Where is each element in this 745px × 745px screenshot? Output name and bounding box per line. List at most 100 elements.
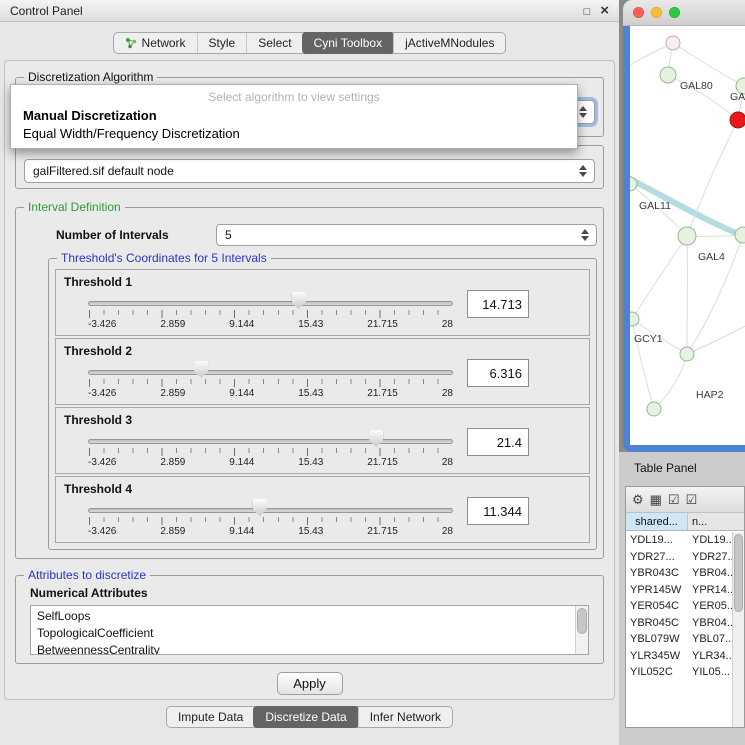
select-visible-columns-icon[interactable]: ☑	[686, 493, 698, 506]
cell-shared-name: YDR27...	[626, 551, 688, 563]
table-row[interactable]: YDR27...YDR27...	[626, 549, 732, 566]
attribute-item-selfloops[interactable]: SelfLoops	[37, 608, 572, 625]
attribute-item-betweennesscentrality[interactable]: BetweennessCentrality	[37, 642, 572, 655]
node-label: GAL4	[698, 251, 725, 263]
tab-label: Cyni Toolbox	[314, 36, 382, 50]
scale-label: 15.43	[298, 388, 323, 399]
table-panel-title: Table Panel	[634, 461, 697, 475]
threshold-slider[interactable]: -3.4262.8599.14415.4321.71528	[88, 428, 453, 470]
number-of-intervals-select[interactable]: 5	[216, 224, 597, 246]
table-row[interactable]: YPR145WYPR14...	[626, 582, 732, 599]
select-all-columns-icon[interactable]: ☑	[668, 493, 680, 506]
cell-shared-name: YDL19...	[626, 534, 688, 546]
tab-jactivemnodules[interactable]: jActiveMNodules	[393, 33, 505, 53]
slider-track[interactable]	[88, 301, 453, 306]
attribute-item-topologicalcoefficient[interactable]: TopologicalCoefficient	[37, 625, 572, 642]
zoom-window-icon[interactable]	[669, 7, 680, 18]
slider-thumb[interactable]	[194, 361, 208, 378]
tab-style[interactable]: Style	[197, 33, 247, 53]
list-scrollbar-thumb[interactable]	[577, 608, 587, 634]
table-data-select[interactable]: galFiltered.sif default node	[24, 159, 595, 183]
network-node-gal80[interactable]	[660, 67, 676, 83]
list-scrollbar[interactable]	[575, 606, 588, 654]
discretization-algorithm-group-title: Discretization Algorithm	[24, 70, 157, 84]
slider-track[interactable]	[88, 370, 453, 375]
stepper-arrows-icon	[576, 106, 590, 118]
network-edge[interactable]	[654, 354, 687, 409]
table-row[interactable]: YBR045CYBR04...	[626, 615, 732, 632]
network-node[interactable]	[730, 112, 745, 128]
tab-impute-data[interactable]: Impute Data	[167, 707, 254, 727]
threshold-row: -3.4262.8599.14415.4321.71528 11.344	[64, 497, 581, 539]
slider-scale: -3.4262.8599.14415.4321.71528	[88, 457, 453, 468]
threshold-value-box[interactable]: 11.344	[467, 497, 529, 525]
table-scrollbar[interactable]	[732, 532, 744, 727]
network-node-gal4[interactable]	[678, 227, 696, 245]
threshold-panel: Threshold 2 -3.4262.8599.14415.4321.7152…	[55, 338, 590, 405]
slider-thumb[interactable]	[292, 292, 306, 309]
close-window-icon[interactable]	[633, 7, 644, 18]
table-row[interactable]: YBL079WYBL07...	[626, 631, 732, 648]
slider-track[interactable]	[88, 508, 453, 513]
threshold-label: Threshold 2	[64, 344, 581, 358]
table-row[interactable]: YER054CYER05...	[626, 598, 732, 615]
threshold-panel: Threshold 3 -3.4262.8599.14415.4321.7152…	[55, 407, 590, 474]
scale-label: -3.426	[88, 526, 116, 537]
cell-name: YBR04...	[688, 567, 732, 579]
network-node[interactable]	[735, 227, 745, 243]
number-of-intervals-row: Number of Intervals 5	[48, 224, 597, 246]
threshold-list: Threshold 1 -3.4262.8599.14415.4321.7152…	[55, 269, 590, 543]
tab-infer-network[interactable]: Infer Network	[358, 707, 452, 727]
network-edge[interactable]	[687, 120, 738, 236]
slider-thumb[interactable]	[369, 430, 383, 447]
slider-major-ticks	[89, 379, 452, 387]
threshold-slider[interactable]: -3.4262.8599.14415.4321.71528	[88, 497, 453, 539]
settings-gear-icon[interactable]: ⚙	[632, 493, 644, 506]
scale-label: 9.144	[229, 457, 254, 468]
table-row[interactable]: YIL052CYIL05...	[626, 664, 732, 681]
slider-track[interactable]	[88, 439, 453, 444]
float-panel-icon[interactable]: □	[584, 6, 591, 18]
threshold-row: -3.4262.8599.14415.4321.71528 21.4	[64, 428, 581, 470]
cell-shared-name: YBR045C	[626, 617, 688, 629]
network-canvas[interactable]: GAL80GAGAL11GAL4GCY1HAP2	[630, 26, 745, 445]
tab-discretize-data[interactable]: Discretize Data	[253, 706, 358, 728]
network-icon	[125, 37, 137, 49]
tab-network[interactable]: Network	[114, 33, 197, 53]
network-window-titlebar[interactable]	[623, 0, 745, 26]
column-header-shared[interactable]: shared...	[626, 513, 688, 530]
slider-major-ticks	[89, 310, 452, 318]
threshold-value-box[interactable]: 14.713	[467, 290, 529, 318]
algorithm-option-equal-width-frequency-discretization[interactable]: Equal Width/Frequency Discretization	[11, 125, 577, 143]
table-row[interactable]: YBR043CYBR04...	[626, 565, 732, 582]
network-node[interactable]	[666, 36, 680, 50]
node-label: HAP2	[696, 389, 724, 401]
cell-shared-name: YIL052C	[626, 666, 688, 678]
table-row[interactable]: YDL19...YDL19...	[626, 532, 732, 549]
threshold-value-box[interactable]: 21.4	[467, 428, 529, 456]
threshold-slider[interactable]: -3.4262.8599.14415.4321.71528	[88, 359, 453, 401]
numerical-attributes-list[interactable]: SelfLoopsTopologicalCoefficientBetweenne…	[30, 605, 589, 655]
close-panel-icon[interactable]: ×	[600, 2, 609, 19]
control-panel-titlebar[interactable]: Control Panel □×	[0, 0, 619, 22]
tab-cyni-toolbox[interactable]: Cyni Toolbox	[302, 32, 394, 54]
threshold-value-box[interactable]: 6.316	[467, 359, 529, 387]
tab-select[interactable]: Select	[246, 33, 302, 53]
network-node-gcy1[interactable]	[630, 312, 639, 326]
threshold-slider[interactable]: -3.4262.8599.14415.4321.71528	[88, 290, 453, 332]
algorithm-option-manual-discretization[interactable]: Manual Discretization	[11, 107, 577, 125]
table-scrollbar-thumb[interactable]	[734, 534, 743, 612]
network-edge[interactable]	[632, 236, 687, 319]
network-node-hap2[interactable]	[647, 402, 661, 416]
network-node[interactable]	[680, 347, 694, 361]
scale-label: 28	[442, 526, 453, 537]
threshold-label: Threshold 4	[64, 482, 581, 496]
table-row[interactable]: YLR345WYLR34...	[626, 648, 732, 665]
scale-label: 2.859	[160, 457, 185, 468]
minimize-window-icon[interactable]	[651, 7, 662, 18]
column-header-n[interactable]: n...	[688, 513, 744, 530]
apply-button[interactable]: Apply	[277, 672, 343, 695]
column-settings-icon[interactable]: ▦	[650, 493, 662, 506]
slider-thumb[interactable]	[253, 499, 267, 516]
tab-label: jActiveMNodules	[405, 36, 494, 50]
